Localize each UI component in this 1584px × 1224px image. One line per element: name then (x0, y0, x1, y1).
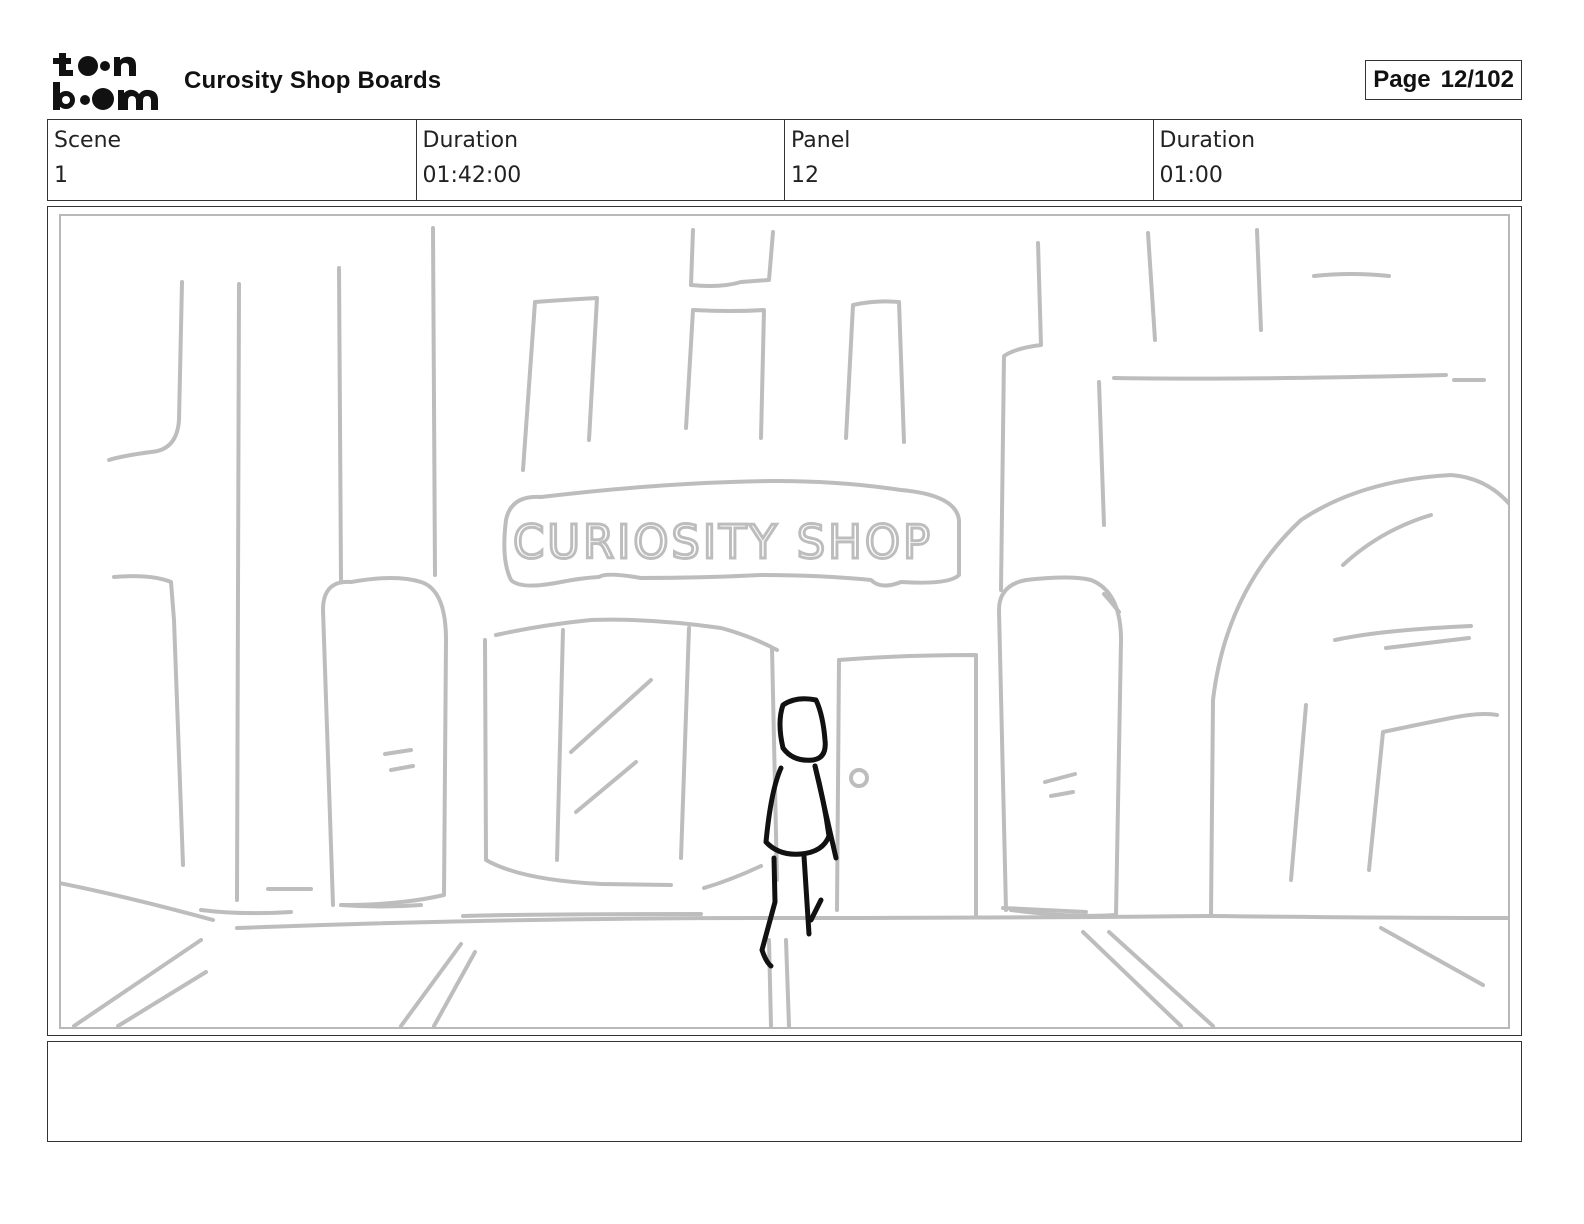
panel-drawing-area: CURIOSITY SHOP (59, 214, 1510, 1029)
panel-cell: Panel 12 (785, 120, 1154, 200)
page-indicator: Page 12/102 (1365, 60, 1522, 100)
panel-sketch: CURIOSITY SHOP (61, 226, 1508, 1027)
panel-notes (47, 1041, 1522, 1142)
shop-sign-text: CURIOSITY SHOP (513, 515, 933, 569)
scene-duration-value: 01:42:00 (422, 163, 522, 188)
panel-label: Panel (791, 128, 851, 153)
panel-duration-label: Duration (1159, 128, 1256, 153)
toon-boom-logo (53, 53, 158, 110)
panel-duration-cell: Duration 01:00 (1154, 120, 1522, 200)
scene-cell: Scene 1 (48, 120, 417, 200)
scene-duration-label: Duration (422, 128, 519, 153)
page-value: 12/102 (1440, 66, 1514, 93)
document-title: Curosity Shop Boards (184, 67, 442, 94)
scene-value: 1 (54, 163, 68, 188)
panel-duration-value: 01:00 (1159, 163, 1223, 188)
info-table: Scene 1 Duration 01:42:00 Panel 12 Durat… (47, 119, 1522, 201)
scene-label: Scene (54, 128, 122, 153)
scene-duration-cell: Duration 01:42:00 (417, 120, 785, 200)
panel-value: 12 (791, 163, 819, 188)
background-sketch (61, 226, 1508, 1027)
storyboard-panel: CURIOSITY SHOP (47, 206, 1522, 1036)
header: Curosity Shop Boards Page 12/102 (48, 50, 1522, 112)
page-label: Page (1373, 66, 1431, 93)
